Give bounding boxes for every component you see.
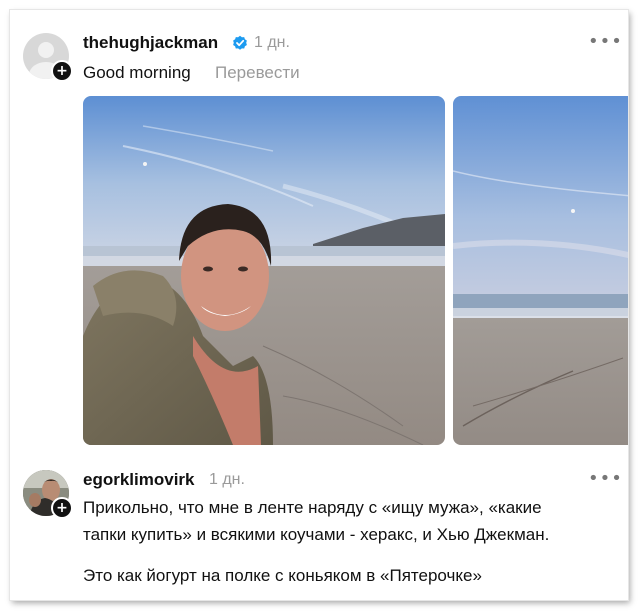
follow-commenter-plus-icon[interactable]: + [51,497,73,519]
verified-badge-icon [233,35,247,50]
comment-timestamp: 1 дн. [209,471,245,488]
post-photo-1[interactable] [83,96,445,445]
commenter-username[interactable]: egorklimovirk [83,470,195,490]
comment-line-1: Прикольно, что мне в ленте наряду с «ищу… [83,498,542,517]
screenshot-frame: + thehughjackman 1 дн. ••• Good morning … [10,10,628,600]
post-author-username[interactable]: thehughjackman [83,33,218,53]
beach-landscape-image [453,96,628,445]
post-photo-2[interactable] [453,96,628,445]
post-timestamp: 1 дн. [254,34,290,51]
post-more-icon[interactable]: ••• [588,31,623,52]
comment-line-3: Это как йогурт на полке с коньяком в «Пя… [83,566,482,585]
beach-selfie-image [83,96,445,445]
post-caption: Good morning [83,63,191,82]
follow-plus-icon[interactable]: + [51,60,73,82]
comment-more-icon[interactable]: ••• [588,468,623,489]
avatar-placeholder-head [38,42,54,58]
translate-link[interactable]: Перевести [215,63,300,83]
comment-line-2: тапки купить» и всякими коучами - херакс… [83,525,550,544]
